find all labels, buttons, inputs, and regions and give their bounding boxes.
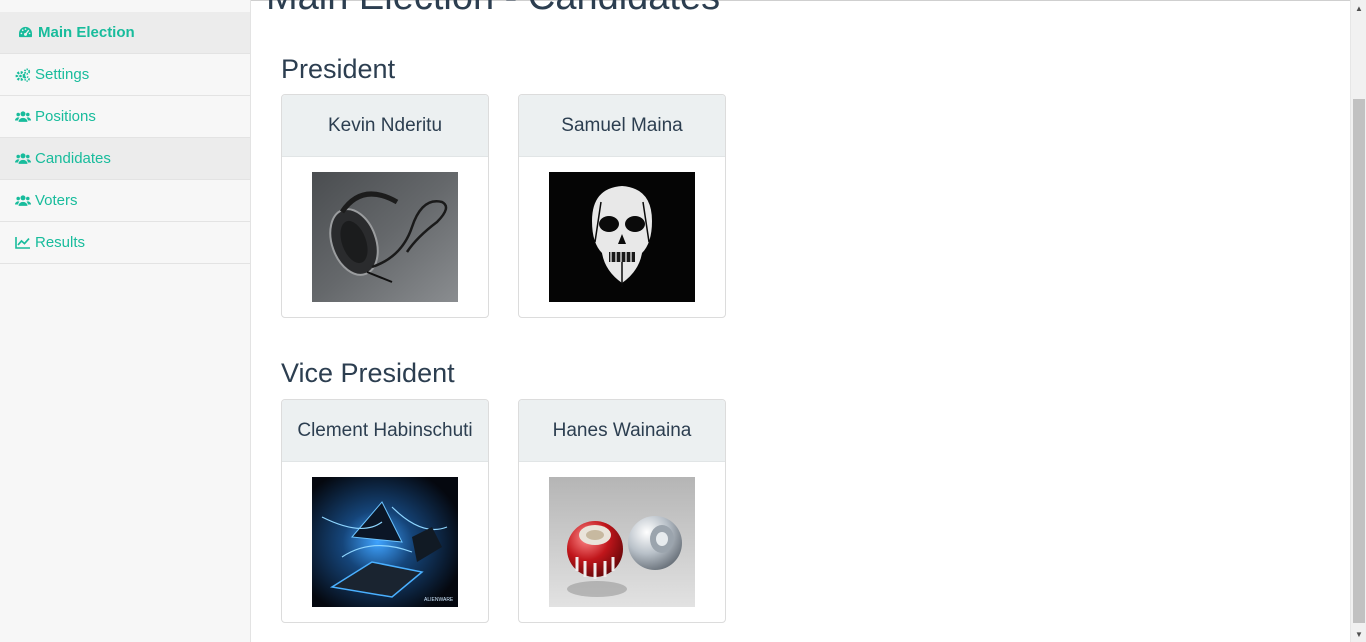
scrollbar-thumb[interactable] — [1353, 99, 1365, 623]
candidate-card[interactable]: Samuel Maina — [518, 94, 726, 318]
candidate-photo-spheres — [549, 477, 695, 607]
main-content: Main Election - Candidates President Kev… — [251, 0, 1350, 642]
candidate-photo-alienware: ALIENWARE — [312, 477, 458, 607]
vertical-scrollbar[interactable]: ▲ ▼ — [1350, 0, 1366, 642]
position-title-president: President — [281, 54, 396, 84]
sidebar-item-label: Main Election — [38, 24, 135, 41]
sidebar-item-label: Positions — [35, 108, 96, 125]
sidebar-item-label: Candidates — [35, 150, 111, 167]
candidate-name: Hanes Wainaina — [519, 400, 725, 462]
scroll-up-arrow-icon[interactable]: ▲ — [1351, 0, 1366, 16]
line-chart-icon — [15, 235, 31, 251]
cogs-icon — [15, 67, 31, 83]
sidebar: Main Election Settings Positions Candida… — [0, 0, 251, 642]
candidate-card[interactable]: Hanes Wainaina — [518, 399, 726, 623]
candidate-name: Samuel Maina — [519, 95, 725, 157]
users-icon — [15, 109, 31, 125]
sidebar-item-voters[interactable]: Voters — [0, 180, 250, 222]
dashboard-icon — [17, 25, 33, 41]
users-icon — [15, 193, 31, 209]
sidebar-item-candidates[interactable]: Candidates — [0, 138, 250, 180]
sidebar-item-main-election[interactable]: Main Election — [0, 12, 250, 54]
scroll-down-arrow-icon[interactable]: ▼ — [1351, 626, 1366, 642]
sidebar-item-label: Settings — [35, 66, 90, 83]
sidebar-item-settings[interactable]: Settings — [0, 54, 250, 96]
users-icon — [15, 151, 31, 167]
candidate-card[interactable]: Clement Habinschuti ALIENWARE — [281, 399, 489, 623]
sidebar-item-results[interactable]: Results — [0, 222, 250, 264]
sidebar-item-label: Results — [35, 234, 86, 251]
candidate-name: Kevin Nderitu — [282, 95, 488, 157]
alienware-caption: ALIENWARE — [424, 597, 454, 603]
page-title: Main Election - Candidates — [266, 0, 720, 19]
sidebar-item-label: Voters — [35, 192, 78, 209]
candidate-card[interactable]: Kevin Nderitu — [281, 94, 489, 318]
sidebar-item-positions[interactable]: Positions — [0, 96, 250, 138]
position-title-vice-president: Vice President — [281, 358, 455, 388]
candidate-photo-headphones — [312, 172, 458, 302]
candidate-name: Clement Habinschuti — [282, 400, 488, 462]
candidate-photo-skull — [549, 172, 695, 302]
